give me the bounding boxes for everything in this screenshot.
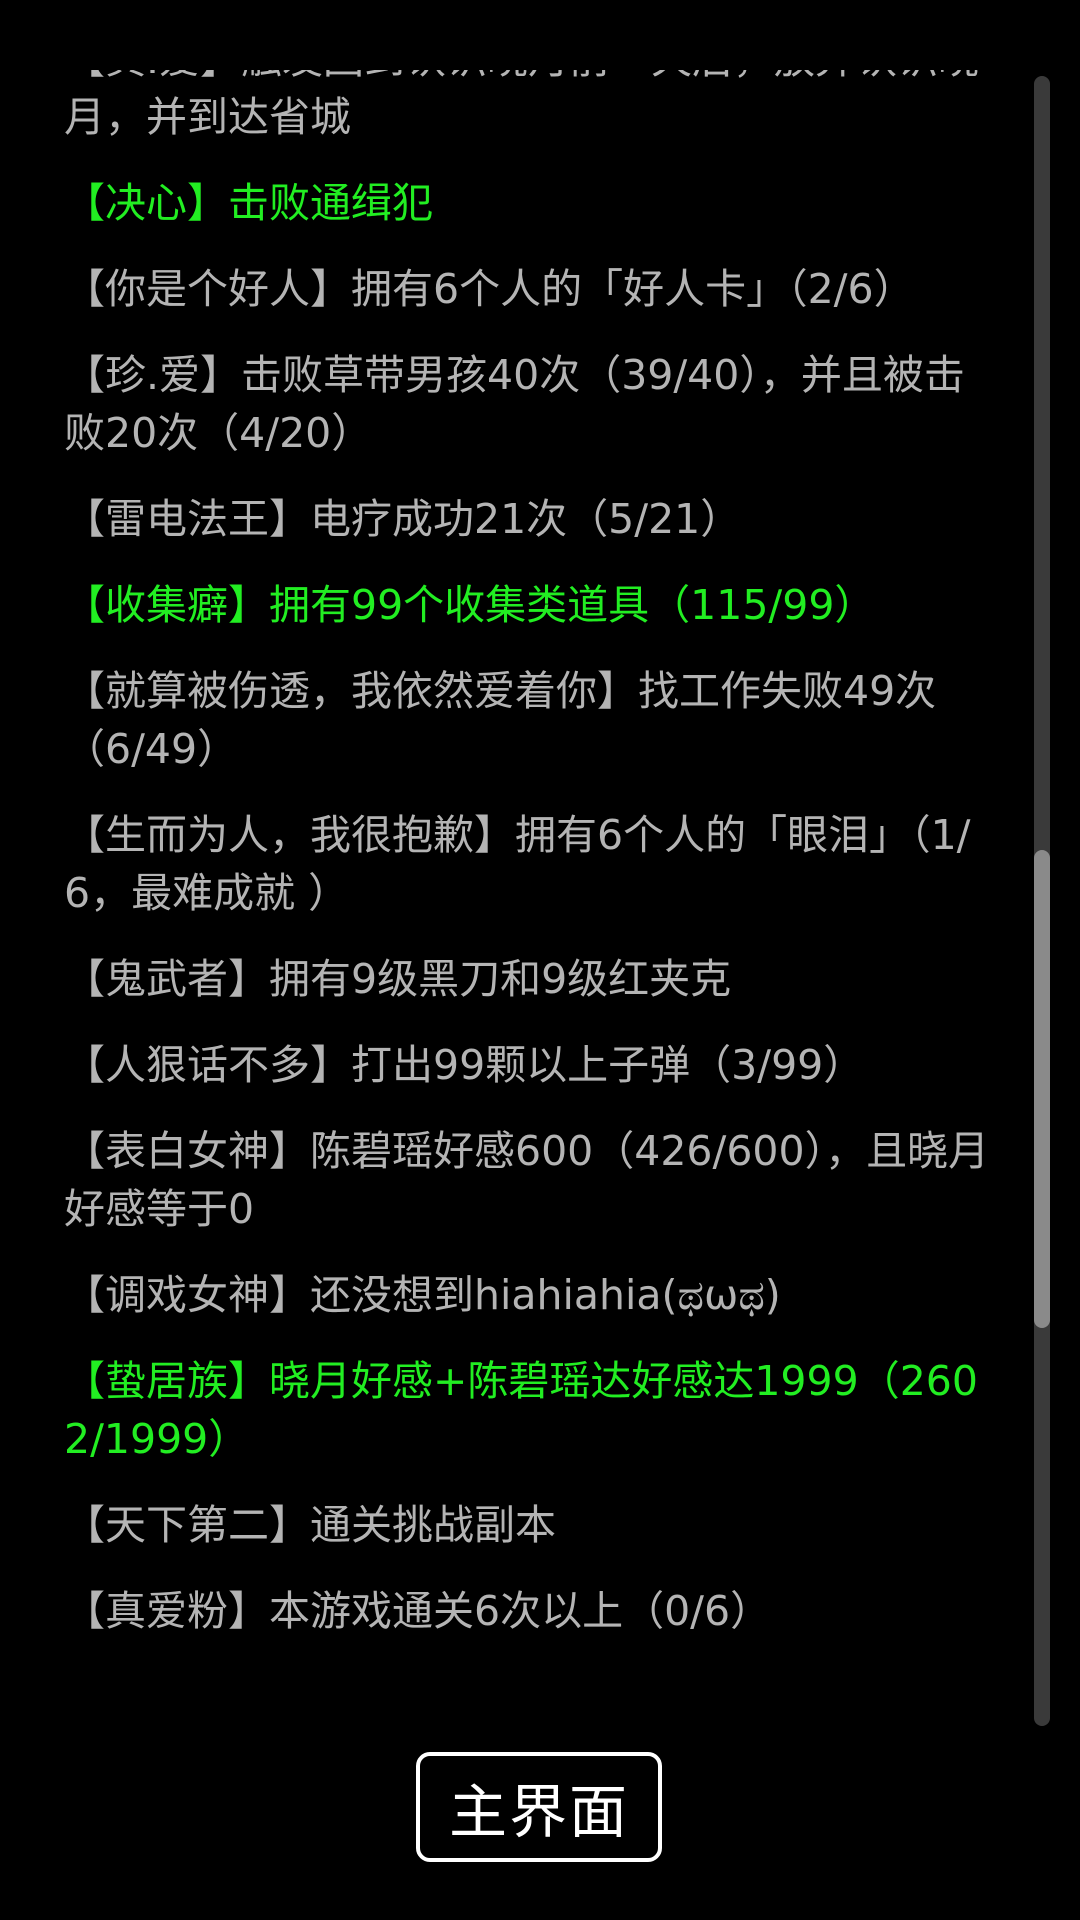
scrollbar-thumb[interactable] [1034,850,1050,1328]
achievement-item: 【鬼武者】拥有9级黑刀和9级红夹克 [64,955,732,1003]
achievement-list: 【真.爱】触发回到认识晓月前一天后，放弃认识晓月，并到达省城【决心】击败通缉犯【… [64,70,994,1668]
achievement-item: 【天下第二】通关挑战副本 [64,1501,556,1549]
achievement-item: 【雷电法王】电疗成功21次（5/21） [64,495,742,543]
achievement-item: 【真.爱】触发回到认识晓月前一天后，放弃认识晓月，并到达省城 [64,70,979,141]
achievement-list-viewport[interactable]: 【真.爱】触发回到认识晓月前一天后，放弃认识晓月，并到达省城【决心】击败通缉犯【… [0,70,1030,1720]
achievement-item: 【你是个好人】拥有6个人的「好人卡」（2/6） [64,265,915,313]
achievement-item: 【珍.爱】击败草带男孩40次（39/40），并且被击败20次（4/20） [64,351,965,457]
achievement-item: 【表白女神】陈碧瑶好感600（426/600），且晓月好感等于0 [64,1127,990,1233]
achievement-item-completed: 【收集癖】拥有99个收集类道具（115/99） [64,581,876,629]
achievement-item: 【就算被伤透，我依然爱着你】找工作失败49次（6/49） [64,667,937,773]
achievement-item: 【人狠话不多】打出99颗以上子弹（3/99） [64,1041,865,1089]
achievement-item: 【调戏女神】还没想到hiahiahia(ಥωಥ) [64,1271,781,1319]
achievement-item: 【真爱粉】本游戏通关6次以上（0/6） [64,1587,772,1635]
scrollbar-track[interactable] [1034,76,1050,1726]
achievement-item: 【生而为人，我很抱歉】拥有6个人的「眼泪」（1/6，最难成就 ） [64,811,971,917]
main-menu-button[interactable]: 主界面 [416,1752,662,1862]
achievement-item-completed: 【决心】击败通缉犯 [64,179,433,227]
achievement-item-completed: 【蛰居族】晓月好感+陈碧瑶达好感达1999（2602/1999） [64,1357,978,1463]
